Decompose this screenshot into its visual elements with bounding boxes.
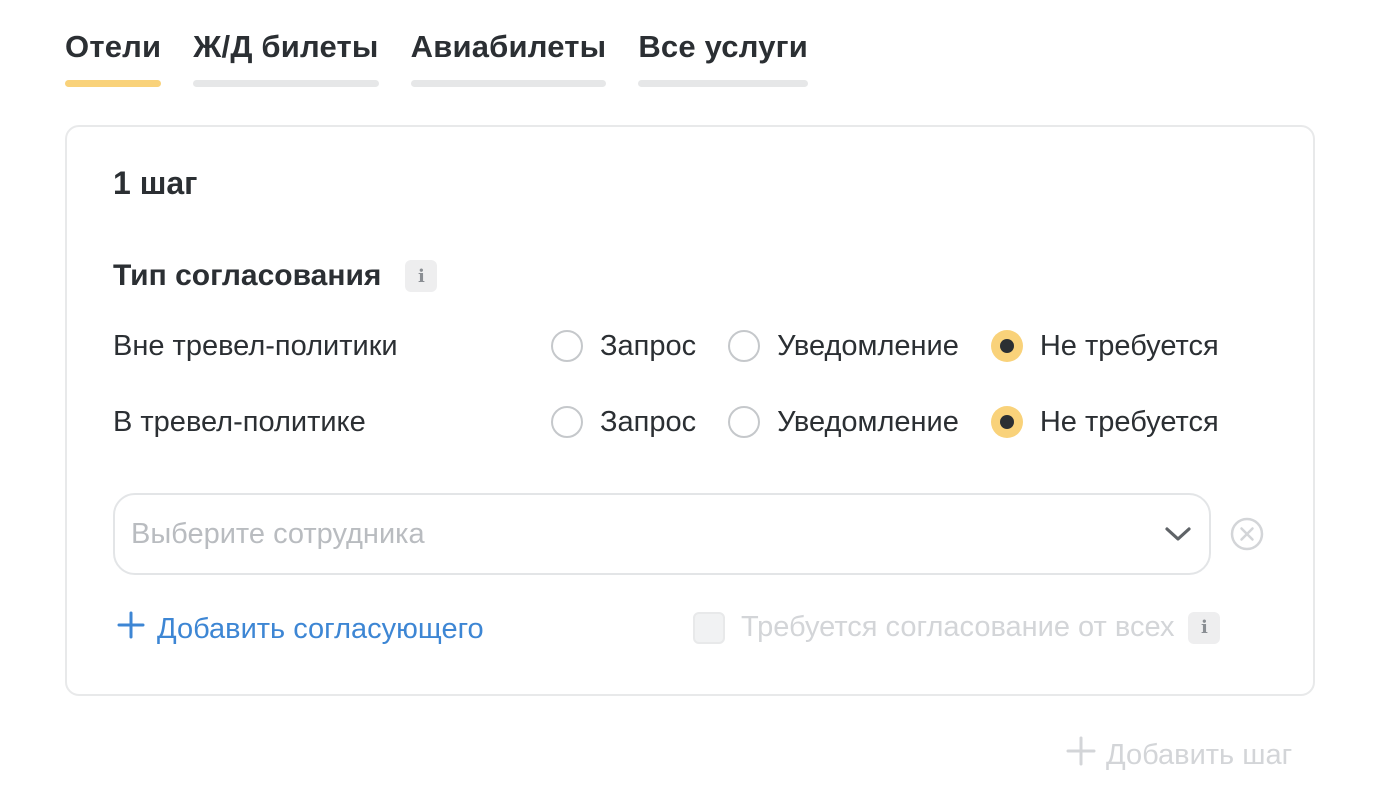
- add-step-button[interactable]: Добавить шаг: [1066, 736, 1292, 774]
- radio-label: Уведомление: [777, 405, 959, 438]
- radio-notification-outside[interactable]: Уведомление: [728, 330, 959, 363]
- approval-row-inside-policy: В тревел-политике Запрос Уведомление Не …: [113, 402, 1265, 442]
- tab-train-tickets[interactable]: Ж/Д билеты: [193, 28, 379, 87]
- radio-circle-checked[interactable]: [990, 330, 1023, 362]
- radio-label: Запрос: [600, 329, 697, 362]
- tab-air-tickets[interactable]: Авиабилеты: [410, 28, 607, 87]
- tab-label: Ж/Д билеты: [193, 29, 379, 64]
- approval-row-outside-policy: Вне тревел-политики Запрос Уведомление Н…: [113, 326, 1265, 366]
- radio-not-required-outside[interactable]: Не требуется: [990, 329, 1219, 363]
- approval-type-heading: Тип согласования i: [113, 259, 438, 293]
- tab-underline: [638, 80, 809, 87]
- radio-request-outside[interactable]: Запрос: [551, 330, 696, 363]
- add-approver-label: Добавить согласующего: [157, 612, 484, 645]
- tab-all-services[interactable]: Все услуги: [638, 28, 809, 87]
- radio-circle[interactable]: [551, 330, 583, 362]
- add-approver-button[interactable]: Добавить согласующего: [117, 611, 484, 647]
- radio-label: Не требуется: [1039, 329, 1219, 362]
- tab-underline: [410, 80, 607, 87]
- radio-circle[interactable]: [551, 406, 583, 438]
- row-label: В тревел-политике: [113, 405, 366, 438]
- approval-type-title: Тип согласования: [113, 259, 382, 292]
- radio-request-inside[interactable]: Запрос: [551, 406, 696, 439]
- step-card: 1 шаг Тип согласования i Вне тревел-поли…: [65, 125, 1315, 696]
- tab-underline-active: [65, 80, 162, 87]
- radio-circle[interactable]: [728, 406, 761, 438]
- chevron-down-icon[interactable]: [1163, 519, 1193, 549]
- radio-not-required-inside[interactable]: Не требуется: [990, 405, 1219, 439]
- radio-label: Не требуется: [1039, 405, 1219, 438]
- employee-select-input[interactable]: [131, 517, 1163, 551]
- tab-label: Авиабилеты: [410, 29, 607, 64]
- row-label: Вне тревел-политики: [113, 329, 398, 362]
- info-icon[interactable]: i: [405, 260, 438, 292]
- radio-label: Уведомление: [777, 329, 959, 362]
- radio-group-outside-policy: Запрос Уведомление Не требуется: [551, 330, 1219, 363]
- step-title: 1 шаг: [113, 165, 198, 201]
- info-icon[interactable]: i: [1188, 611, 1221, 644]
- plus-icon: [1066, 736, 1096, 774]
- tab-hotels[interactable]: Отели: [65, 28, 162, 87]
- add-step-label: Добавить шаг: [1106, 738, 1293, 771]
- require-all-approval: Требуется согласование от всех i: [693, 611, 1221, 644]
- plus-icon: [117, 611, 145, 647]
- service-tabs: Отели Ж/Д билеты Авиабилеты Все услуги: [65, 28, 809, 87]
- tab-underline: [193, 80, 379, 87]
- clear-circle-icon[interactable]: [1229, 516, 1265, 552]
- radio-circle[interactable]: [728, 330, 761, 362]
- radio-circle-checked[interactable]: [990, 406, 1023, 438]
- tab-label: Все услуги: [638, 29, 809, 64]
- require-all-checkbox[interactable]: [693, 611, 725, 644]
- radio-label: Запрос: [600, 405, 697, 438]
- employee-select[interactable]: [113, 493, 1211, 575]
- tab-label: Отели: [65, 29, 162, 64]
- require-all-label: Требуется согласование от всех: [741, 611, 1175, 643]
- radio-notification-inside[interactable]: Уведомление: [728, 406, 959, 439]
- radio-group-inside-policy: Запрос Уведомление Не требуется: [551, 406, 1219, 439]
